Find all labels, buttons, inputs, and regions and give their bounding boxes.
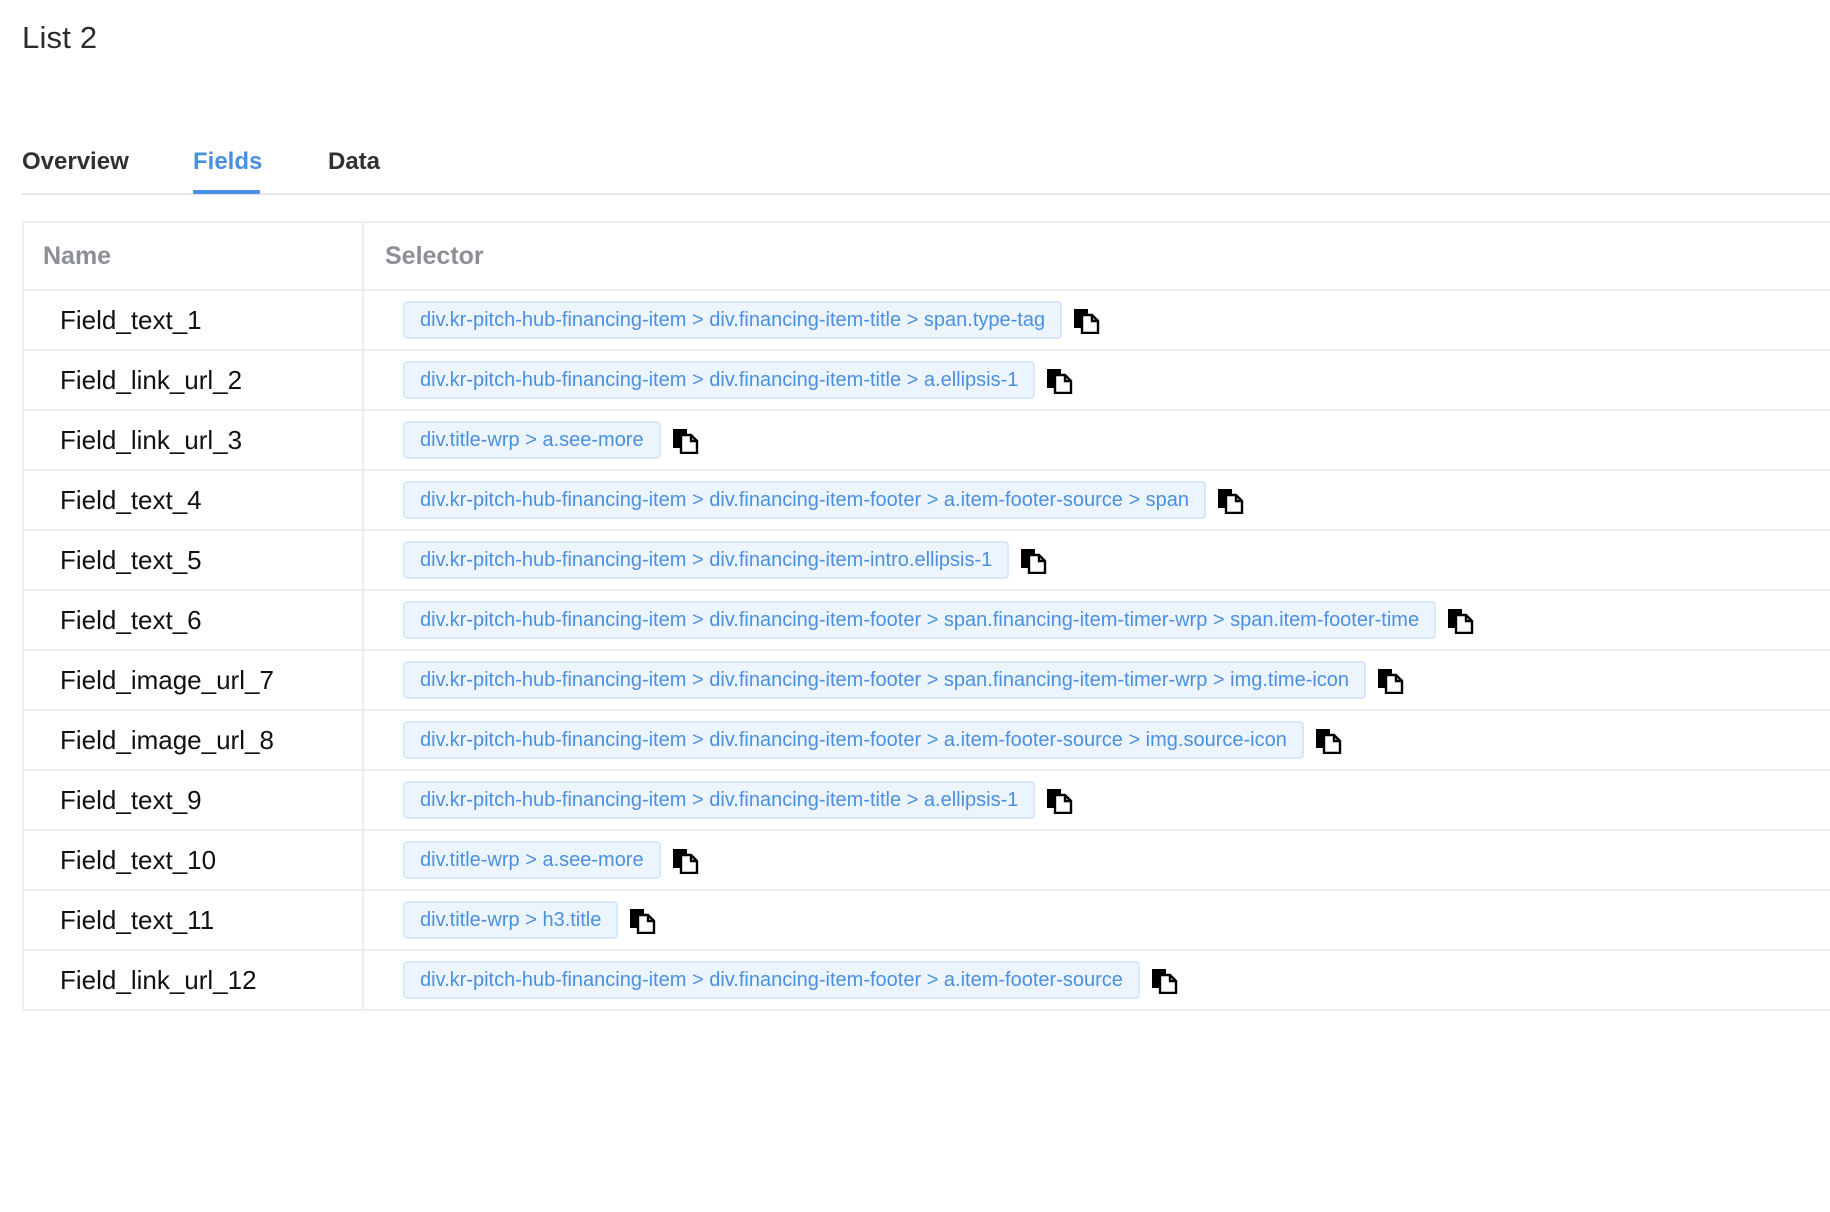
tabs-divider	[22, 193, 1830, 195]
table-row: Field_text_4 div.kr-pitch-hub-financing-i…	[24, 471, 1830, 531]
selector-cell: div.kr-pitch-hub-financing-item > div.fi…	[364, 591, 1830, 649]
selector-tag: div.kr-pitch-hub-financing-item > div.fi…	[403, 661, 1367, 699]
selector-tag: div.kr-pitch-hub-financing-item > div.fi…	[403, 301, 1063, 339]
copy-icon[interactable]	[1149, 965, 1179, 995]
selector-cell: div.title-wrp > a.see-more	[364, 411, 1830, 469]
table-row: Field_text_9 div.kr-pitch-hub-financing-i…	[24, 771, 1830, 831]
tab-bar: Overview Fields Data	[22, 134, 1830, 196]
copy-icon[interactable]	[1071, 305, 1101, 335]
fields-table: Name Selector Field_text_1 div.kr-pitch-h…	[22, 221, 1830, 1011]
selector-tag: div.title-wrp > a.see-more	[403, 421, 661, 459]
selector-tag: div.kr-pitch-hub-financing-item > div.fi…	[403, 481, 1207, 519]
column-header-selector: Selector	[385, 241, 484, 270]
field-name: Field_link_url_12	[24, 951, 364, 1009]
copy-icon[interactable]	[1215, 485, 1245, 515]
copy-icon[interactable]	[1445, 605, 1475, 635]
table-body: Field_text_1 div.kr-pitch-hub-financing-i…	[24, 291, 1830, 1009]
field-name: Field_text_9	[24, 771, 364, 829]
copy-icon[interactable]	[670, 425, 700, 455]
selector-cell: div.kr-pitch-hub-financing-item > div.fi…	[364, 951, 1830, 1009]
table-row: Field_image_url_7 div.kr-pitch-hub-financ…	[24, 651, 1830, 711]
active-tab-indicator	[193, 190, 260, 194]
field-name: Field_link_url_3	[24, 411, 364, 469]
selector-cell: div.kr-pitch-hub-financing-item > div.fi…	[364, 651, 1830, 709]
field-name: Field_text_5	[24, 531, 364, 589]
copy-icon[interactable]	[1044, 365, 1074, 395]
selector-cell: div.title-wrp > a.see-more	[364, 831, 1830, 889]
selector-tag: div.kr-pitch-hub-financing-item > div.fi…	[403, 361, 1036, 399]
selector-tag: div.kr-pitch-hub-financing-item > div.fi…	[403, 541, 1010, 579]
field-name: Field_image_url_7	[24, 651, 364, 709]
field-name: Field_text_4	[24, 471, 364, 529]
copy-icon[interactable]	[1313, 725, 1343, 755]
copy-icon[interactable]	[1018, 545, 1048, 575]
tab-data[interactable]: Data	[328, 148, 380, 192]
table-row: Field_link_url_2 div.kr-pitch-hub-financi…	[24, 351, 1830, 411]
field-name: Field_image_url_8	[24, 711, 364, 769]
table-row: Field_text_6 div.kr-pitch-hub-financing-i…	[24, 591, 1830, 651]
table-row: Field_image_url_8 div.kr-pitch-hub-financ…	[24, 711, 1830, 771]
tab-overview[interactable]: Overview	[22, 148, 129, 192]
page-title: List 2	[22, 20, 98, 55]
selector-cell: div.kr-pitch-hub-financing-item > div.fi…	[364, 531, 1830, 589]
selector-cell: div.title-wrp > h3.title	[364, 891, 1830, 949]
field-name: Field_link_url_2	[24, 351, 364, 409]
selector-tag: div.title-wrp > a.see-more	[403, 841, 661, 879]
selector-tag: div.kr-pitch-hub-financing-item > div.fi…	[403, 781, 1036, 819]
selector-cell: div.kr-pitch-hub-financing-item > div.fi…	[364, 711, 1830, 769]
table-row: Field_text_5 div.kr-pitch-hub-financing-i…	[24, 531, 1830, 591]
copy-icon[interactable]	[1375, 665, 1405, 695]
table-row: Field_text_1 div.kr-pitch-hub-financing-i…	[24, 291, 1830, 351]
column-header-name: Name	[24, 223, 364, 289]
copy-icon[interactable]	[670, 845, 700, 875]
selector-cell: div.kr-pitch-hub-financing-item > div.fi…	[364, 771, 1830, 829]
copy-icon[interactable]	[1044, 785, 1074, 815]
selector-tag: div.title-wrp > h3.title	[403, 901, 619, 939]
selector-tag: div.kr-pitch-hub-financing-item > div.fi…	[403, 601, 1437, 639]
table-row: Field_link_url_12 div.kr-pitch-hub-financ…	[24, 951, 1830, 1009]
copy-icon[interactable]	[627, 905, 657, 935]
field-name: Field_text_1	[24, 291, 364, 349]
table-row: Field_text_10 div.title-wrp > a.see-more	[24, 831, 1830, 891]
field-name: Field_text_6	[24, 591, 364, 649]
selector-cell: div.kr-pitch-hub-financing-item > div.fi…	[364, 471, 1830, 529]
table-header: Name Selector	[24, 223, 1830, 291]
table-row: Field_text_11 div.title-wrp > h3.title	[24, 891, 1830, 951]
selector-cell: div.kr-pitch-hub-financing-item > div.fi…	[364, 351, 1830, 409]
selector-tag: div.kr-pitch-hub-financing-item > div.fi…	[403, 721, 1304, 759]
table-row: Field_link_url_3 div.title-wrp > a.see-mo…	[24, 411, 1830, 471]
field-name: Field_text_10	[24, 831, 364, 889]
field-name: Field_text_11	[24, 891, 364, 949]
tab-fields[interactable]: Fields	[193, 148, 262, 192]
selector-cell: div.kr-pitch-hub-financing-item > div.fi…	[364, 291, 1830, 349]
selector-tag: div.kr-pitch-hub-financing-item > div.fi…	[403, 961, 1140, 999]
